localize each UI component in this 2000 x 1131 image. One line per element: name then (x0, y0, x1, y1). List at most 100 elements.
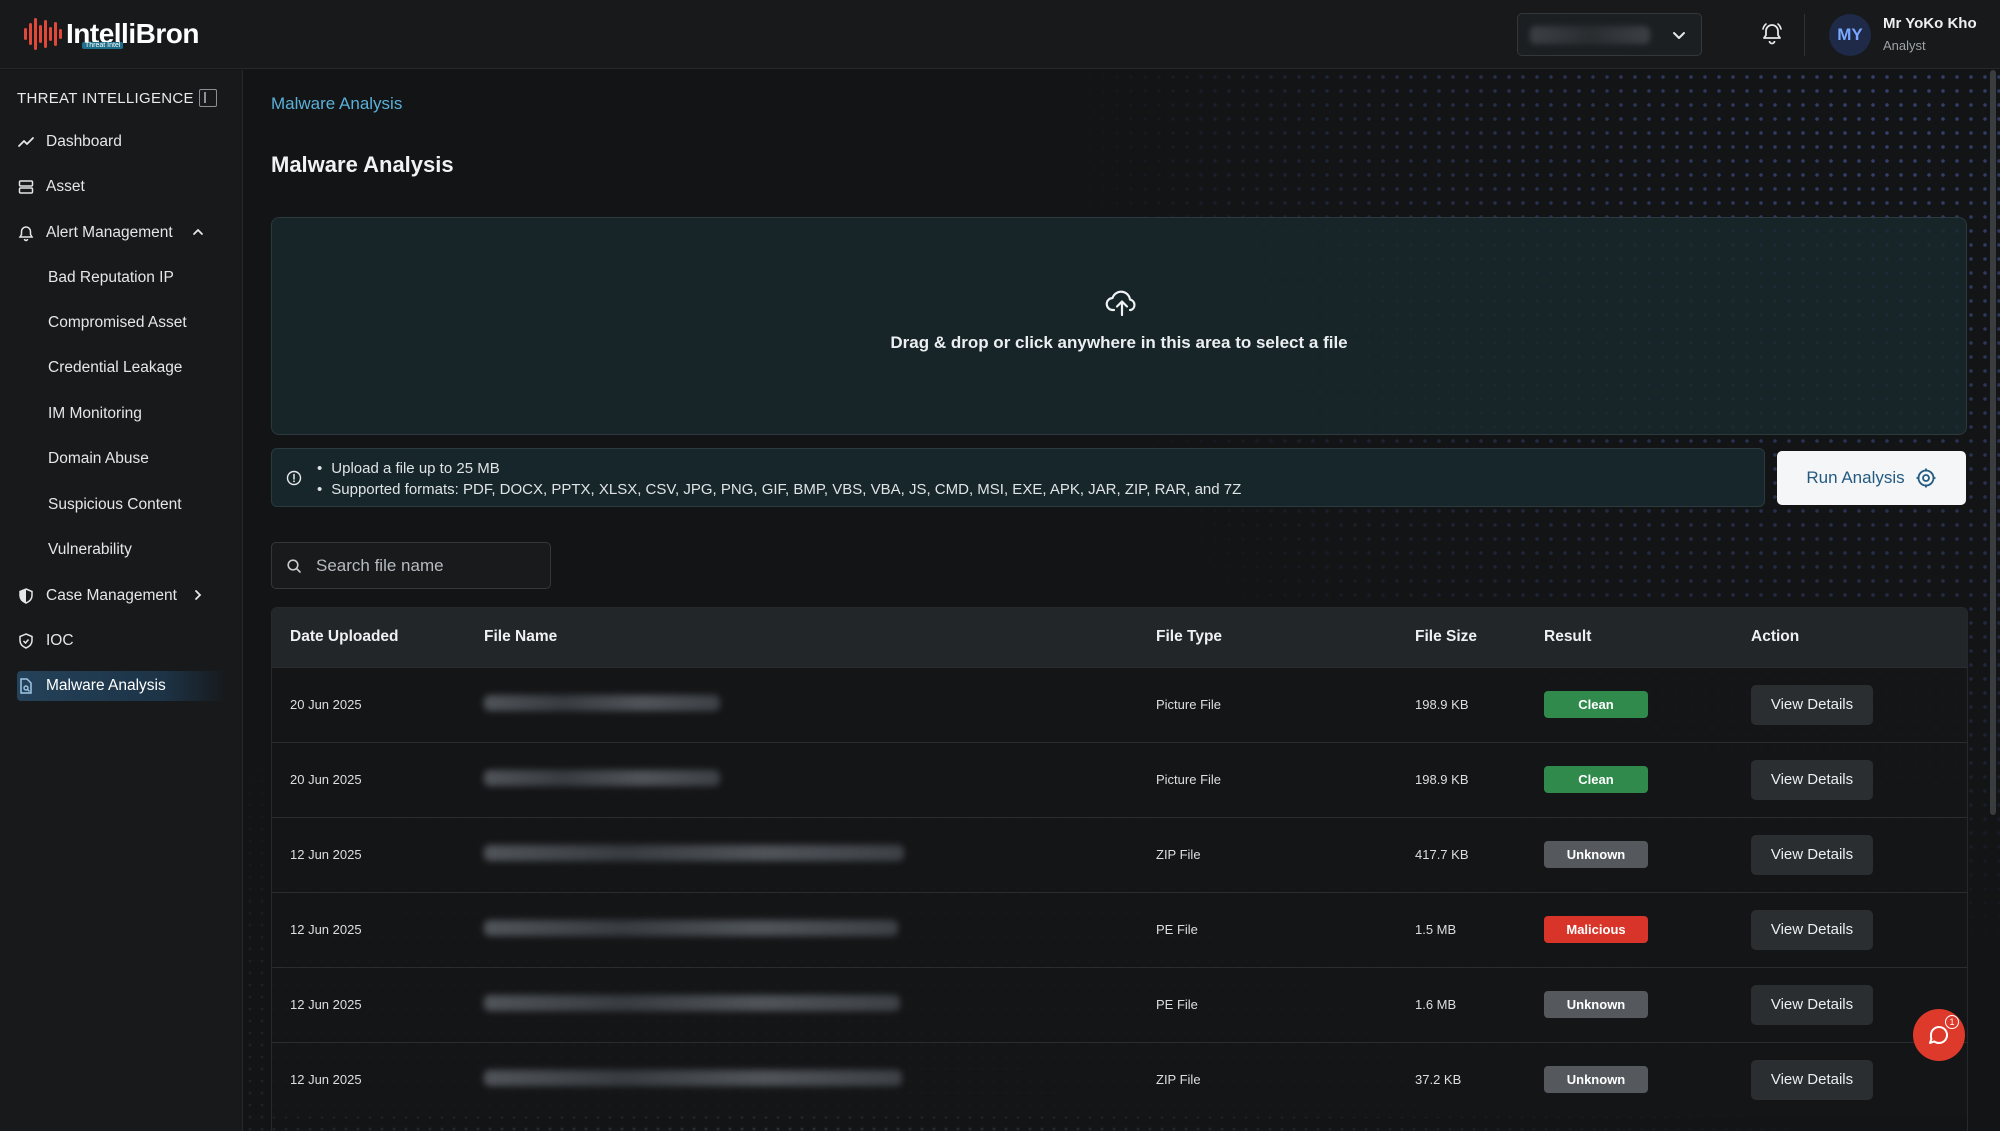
search-input[interactable] (316, 543, 541, 588)
redacted-file-name (484, 770, 720, 786)
sidebar-item-asset[interactable]: Asset (17, 172, 227, 202)
cell-file-name (466, 742, 1138, 817)
sidebar-item-bad-reputation-ip[interactable]: Bad Reputation IP (48, 263, 174, 293)
file-dropzone[interactable]: Drag & drop or click anywhere in this ar… (271, 217, 1967, 435)
sidebar-item-malware-analysis[interactable]: Malware Analysis (17, 671, 227, 701)
status-badge: Malicious (1544, 916, 1648, 943)
logo-waveform-icon (24, 16, 62, 52)
view-details-button[interactable]: View Details (1751, 759, 1873, 800)
server-icon (17, 178, 35, 196)
column-header-file-size[interactable]: File Size (1397, 608, 1526, 667)
sidebar-item-credential-leakage[interactable]: Credential Leakage (48, 353, 182, 383)
sidebar-item-label: Alert Management (46, 224, 173, 241)
view-details-button[interactable]: View Details (1751, 1059, 1873, 1100)
table-header-row: Date Uploaded File Name File Type File S… (272, 608, 1967, 667)
view-details-button[interactable]: View Details (1751, 834, 1873, 875)
cell-result: Malicious (1526, 892, 1733, 967)
cell-file-type: Picture File (1156, 772, 1222, 787)
notification-bell-icon[interactable] (1758, 20, 1786, 48)
trend-line-icon (17, 133, 35, 151)
upload-info-box: Upload a file up to 25 MB Supported form… (271, 448, 1765, 507)
run-analysis-button[interactable]: Run Analysis (1777, 451, 1966, 505)
dropzone-text: Drag & drop or click anywhere in this ar… (890, 333, 1348, 352)
breadcrumb[interactable]: Malware Analysis (271, 94, 402, 114)
analysis-table: Date Uploaded File Name File Type File S… (271, 607, 1968, 1131)
sidebar-item-compromised-asset[interactable]: Compromised Asset (48, 308, 187, 338)
redacted-file-name (484, 845, 904, 861)
avatar[interactable]: MY (1829, 14, 1871, 56)
sidebar-item-label: Asset (46, 178, 85, 195)
cell-file-name (466, 892, 1138, 967)
sidebar-item-dashboard[interactable]: Dashboard (17, 127, 227, 157)
cell-file-size: 1.6 MB (1415, 997, 1457, 1012)
cell-result: Unknown (1526, 967, 1733, 1042)
cell-date: 12 Jun 2025 (290, 847, 362, 862)
cell-result: Clean (1526, 742, 1733, 817)
cell-date: 12 Jun 2025 (290, 922, 362, 937)
redacted-file-name (484, 920, 898, 936)
view-details-button[interactable]: View Details (1751, 684, 1873, 725)
status-badge: Clean (1544, 766, 1648, 793)
shield-half-icon (17, 587, 35, 605)
user-name[interactable]: Mr YoKo Kho (1883, 15, 1977, 32)
table-row: 20 Jun 2025 Picture File 198.9 KB Clean … (272, 667, 1967, 742)
column-header-file-name[interactable]: File Name (466, 608, 1138, 667)
cell-result: Clean (1526, 667, 1733, 742)
main-content: Malware Analysis Malware Analysis Drag &… (244, 70, 2000, 1131)
sidebar-item-alert-management[interactable]: Alert Management (17, 218, 227, 248)
cell-file-name (466, 967, 1138, 1042)
chat-support-button[interactable]: 1 (1913, 1009, 1965, 1061)
status-badge: Clean (1544, 691, 1648, 718)
cell-file-name (466, 817, 1138, 892)
cell-file-type: ZIP File (1156, 847, 1201, 862)
cell-action: View Details (1733, 742, 1967, 817)
view-details-button[interactable]: View Details (1751, 909, 1873, 950)
column-header-date[interactable]: Date Uploaded (272, 608, 466, 667)
status-badge: Unknown (1544, 841, 1648, 868)
table-row: 12 Jun 2025 PE File 1.5 MB Malicious Vie… (272, 892, 1967, 967)
alarm-icon (17, 224, 35, 242)
file-search[interactable] (271, 542, 551, 589)
upload-supported-formats: Supported formats: PDF, DOCX, PPTX, XLSX… (317, 479, 1241, 500)
sidebar-collapse-icon[interactable] (199, 89, 217, 107)
view-details-button[interactable]: View Details (1751, 984, 1873, 1025)
sidebar-item-domain-abuse[interactable]: Domain Abuse (48, 444, 149, 474)
status-badge: Unknown (1544, 991, 1648, 1018)
cell-date: 12 Jun 2025 (290, 1072, 362, 1088)
sidebar-item-im-monitoring[interactable]: IM Monitoring (48, 399, 142, 429)
cell-date: 20 Jun 2025 (290, 772, 362, 787)
tenant-select[interactable] (1517, 13, 1702, 56)
sidebar-item-suspicious-content[interactable]: Suspicious Content (48, 490, 182, 520)
cloud-upload-icon (1105, 290, 1136, 317)
status-badge: Unknown (1544, 1066, 1648, 1094)
sidebar-item-label: IOC (46, 632, 74, 649)
logo-tagline: Threat Intel (82, 42, 124, 49)
info-icon (286, 470, 302, 486)
cell-result: Unknown (1526, 1042, 1733, 1117)
tenant-selected-value (1530, 26, 1650, 44)
cell-file-size: 37.2 KB (1415, 1072, 1462, 1088)
redacted-file-name (484, 695, 720, 711)
sidebar-item-vulnerability[interactable]: Vulnerability (48, 535, 132, 565)
column-header-result[interactable]: Result (1526, 608, 1733, 667)
cell-file-size: 417.7 KB (1415, 847, 1469, 862)
user-role: Analyst (1883, 38, 1926, 53)
sidebar-item-label: Malware Analysis (46, 677, 166, 694)
run-analysis-label: Run Analysis (1806, 468, 1905, 487)
cell-file-name (466, 667, 1138, 742)
table-row: 12 Jun 2025 PE File 1.6 MB Unknown View … (272, 967, 1967, 1042)
table-row: 12 Jun 2025 ZIP File 37.2 KB Unknown Vie… (272, 1042, 1967, 1117)
column-header-action: Action (1751, 628, 1800, 646)
sidebar: THREAT INTELLIGENCE Dashboard Asset Aler… (0, 70, 243, 1131)
column-header-file-type[interactable]: File Type (1138, 608, 1397, 667)
page-scrollbar[interactable] (1990, 70, 1996, 815)
chevron-down-icon (1673, 32, 1685, 39)
cell-file-type: PE File (1156, 997, 1198, 1012)
header-divider (1804, 14, 1805, 56)
sidebar-item-ioc[interactable]: IOC (17, 626, 227, 656)
sidebar-section-title: THREAT INTELLIGENCE (17, 90, 194, 107)
cell-result: Unknown (1526, 817, 1733, 892)
cell-date: 12 Jun 2025 (290, 997, 362, 1012)
app-logo[interactable]: IntelliBron Threat Intel (24, 14, 199, 54)
sidebar-item-case-management[interactable]: Case Management (17, 581, 227, 611)
